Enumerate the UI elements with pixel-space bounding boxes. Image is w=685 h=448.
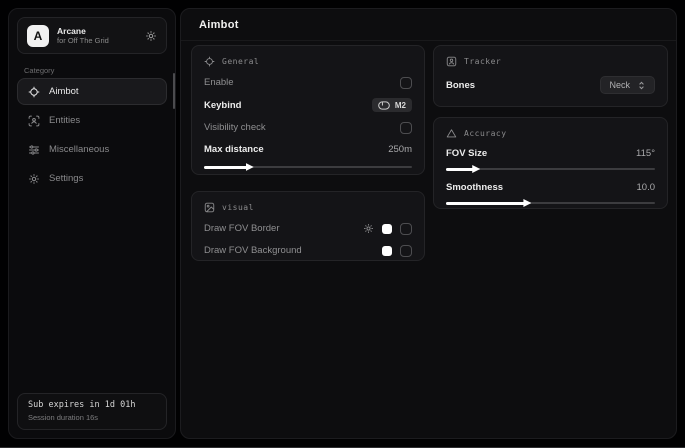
keybind-label: Keybind: [204, 100, 241, 111]
fov-size-label: FOV Size: [446, 148, 487, 159]
bones-row: Bones Neck: [446, 76, 655, 94]
crosshair-icon: [204, 56, 215, 67]
visual-card-header: visual: [204, 202, 412, 213]
brand-card: A Arcane for Off The Grid: [17, 17, 167, 54]
visual-card: visual Draw FOV Border Draw FOV Back: [191, 191, 425, 261]
subscription-card: Sub expires in 1d 01h Session duration 1…: [17, 393, 167, 430]
sidebar-item-settings[interactable]: Settings: [17, 165, 167, 192]
bones-select[interactable]: Neck: [600, 76, 655, 94]
crosshair-icon: [28, 86, 40, 98]
page-title: Aimbot: [199, 19, 239, 31]
keybind-row: Keybind M2: [204, 98, 412, 112]
slider-fill: [446, 202, 525, 205]
slider-thumb[interactable]: [246, 163, 254, 171]
tracker-card: Tracker Bones Neck: [433, 45, 668, 107]
sidebar-item-label: Settings: [49, 173, 83, 184]
slider-fill: [446, 168, 474, 171]
slider-fill: [204, 166, 248, 169]
draw-fov-border-label: Draw FOV Border: [204, 223, 280, 234]
enable-checkbox[interactable]: [400, 77, 412, 89]
entities-scan-icon: [28, 115, 40, 127]
smoothness-slider[interactable]: [446, 199, 655, 207]
accuracy-card: Accuracy FOV Size 115° Smoothness 10.0: [433, 117, 668, 209]
fov-size-value: 115°: [636, 148, 655, 159]
tracker-card-title: Tracker: [464, 57, 501, 66]
slider-thumb[interactable]: [472, 165, 480, 173]
sidebar-item-label: Miscellaneous: [49, 144, 109, 155]
enable-row: Enable: [204, 76, 412, 89]
fov-size-row: FOV Size 115°: [446, 147, 655, 160]
visibility-check-row: Visibility check: [204, 121, 412, 134]
max-distance-row: Max distance 250m: [204, 143, 412, 156]
general-card-title: General: [222, 57, 259, 66]
mouse-icon: [378, 101, 390, 110]
enable-label: Enable: [204, 77, 234, 88]
keybind-button[interactable]: M2: [372, 98, 412, 112]
brand-title: Arcane: [57, 26, 137, 37]
fov-size-slider[interactable]: [446, 165, 655, 173]
accuracy-card-title: Accuracy: [464, 129, 507, 138]
general-card-header: General: [204, 56, 412, 67]
slider-thumb[interactable]: [523, 199, 531, 207]
max-distance-value: 250m: [388, 144, 412, 155]
gear-icon: [28, 173, 40, 185]
smoothness-label: Smoothness: [446, 182, 503, 193]
visibility-check-label: Visibility check: [204, 122, 266, 133]
fov-border-color-swatch[interactable]: [382, 224, 392, 234]
brand-text: Arcane for Off The Grid: [57, 26, 137, 46]
sidebar-item-miscellaneous[interactable]: Miscellaneous: [17, 136, 167, 163]
sidebar-item-label: Entities: [49, 115, 80, 126]
fov-background-color-swatch[interactable]: [382, 246, 392, 256]
sidebar-item-entities[interactable]: Entities: [17, 107, 167, 134]
tracker-card-header: Tracker: [446, 56, 655, 67]
brand-subtitle: for Off The Grid: [57, 36, 137, 45]
chevrons-up-down-icon: [637, 81, 646, 90]
sidebar-item-aimbot[interactable]: Aimbot: [17, 78, 167, 105]
smoothness-row: Smoothness 10.0: [446, 181, 655, 194]
visual-icon: [204, 202, 215, 213]
general-card: General Enable Keybind M2: [191, 45, 425, 175]
keybind-value: M2: [395, 101, 406, 110]
smoothness-value: 10.0: [637, 182, 656, 193]
draw-fov-background-checkbox[interactable]: [400, 245, 412, 257]
sidebar: A Arcane for Off The Grid Category: [8, 8, 176, 439]
max-distance-label: Max distance: [204, 144, 264, 155]
gear-icon[interactable]: [145, 30, 157, 42]
draw-fov-border-row: Draw FOV Border: [204, 222, 412, 235]
max-distance-slider[interactable]: [204, 163, 412, 171]
bones-label: Bones: [446, 80, 475, 91]
draw-fov-background-row: Draw FOV Background: [204, 244, 412, 257]
sub-expiry-text: Sub expires in 1d 01h: [28, 400, 156, 410]
sidebar-scrollbar[interactable]: [173, 73, 175, 109]
app-window: A Arcane for Off The Grid Category: [0, 0, 685, 448]
session-duration-text: Session duration 16s: [28, 413, 156, 422]
visibility-check-checkbox[interactable]: [400, 122, 412, 134]
brand-logo: A: [27, 25, 49, 47]
category-label: Category: [24, 66, 54, 75]
fov-border-settings-gear-icon[interactable]: [363, 223, 374, 234]
accuracy-card-header: Accuracy: [446, 128, 655, 139]
draw-fov-border-checkbox[interactable]: [400, 223, 412, 235]
draw-fov-background-label: Draw FOV Background: [204, 245, 302, 256]
main-header: Aimbot: [181, 9, 676, 41]
main-panel: Aimbot General Enable Keybind: [180, 8, 677, 439]
sliders-icon: [28, 144, 40, 156]
accuracy-triangle-icon: [446, 128, 457, 139]
tracker-icon: [446, 56, 457, 67]
bones-selected-value: Neck: [609, 80, 630, 90]
visual-card-title: visual: [222, 203, 254, 212]
sidebar-item-label: Aimbot: [49, 86, 79, 97]
sidebar-nav: Aimbot Entities: [17, 78, 167, 192]
